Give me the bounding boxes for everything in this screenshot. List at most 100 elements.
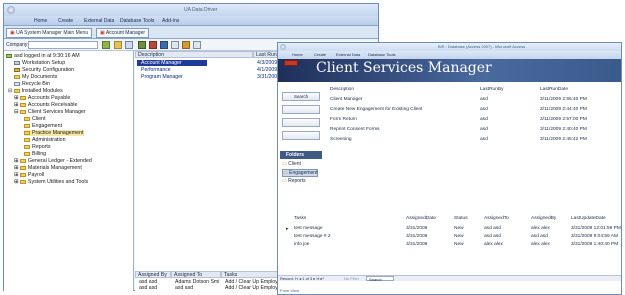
tool-icon-4[interactable] [171,41,179,49]
record-search-box[interactable]: Search [366,276,394,282]
tree-item-system-utilities[interactable]: ⊞ System Utilities and Tools [14,179,88,185]
task-cell[interactable]: 3/31/2009 [406,226,427,231]
bottom-header-assigned-by[interactable]: Assigned By [135,271,171,278]
tree-item-practice-management[interactable]: Practice Management [24,130,84,136]
refresh-icon[interactable] [102,41,110,49]
task-cell[interactable]: New [454,226,464,231]
task-cell[interactable]: asd asd [484,226,501,231]
record-navigator[interactable]: Record: H ◂ 1 of 3 ▸ H ▸* [280,276,324,281]
tool-icon-2[interactable] [149,41,157,49]
tree-item-label: Client Services Manager [27,109,86,115]
grid-row-description[interactable]: Performance [137,67,171,73]
tree-item-recycle-bin[interactable]: Recycle Bin [14,81,50,87]
tasks-header-assigned-to[interactable]: AssignedTo [484,216,509,221]
tree-item-administration[interactable]: Administration [24,137,66,143]
task-cell[interactable]: asd asd [531,234,548,239]
bottom-header-assigned-to[interactable]: Assigned To [171,271,221,278]
reports-header-last-run-by[interactable]: LastRunBy [480,87,503,92]
report-description[interactable]: Create New Engagement for Existing Clien… [330,107,423,112]
filter-indicator[interactable]: No Filter [344,276,359,281]
form-tab-icon[interactable] [284,60,298,66]
report-description[interactable]: Reprint Consent Forms [330,127,380,132]
task-cell[interactable]: asd asd [484,234,501,239]
task-cell[interactable]: alex alex [531,242,550,247]
reports-header-last-run-date[interactable]: LastRunDate [540,87,568,92]
tree-item-general-ledger[interactable]: ⊞ General Ledger - Extended [14,158,92,164]
report-last-run-by: asd [480,127,488,132]
ribbon-tab-home[interactable]: Home [34,18,47,24]
ribbon-tab-add-ins[interactable]: Add-Ins [162,18,179,24]
tasks-header-last-update[interactable]: LastUpdateDate [571,216,606,221]
tree-item-workstation-setup[interactable]: Workstation Setup [14,60,65,66]
grid-header-description[interactable]: Description [135,51,253,58]
tree-item-installed-modules[interactable]: ⊟ Installed Modules [8,88,63,94]
doc-tab-main-menu[interactable]: ▣ UA System Manager Main Menu [6,28,93,38]
task-cell[interactable]: 3/31/2009 1:40:40 PM [571,242,618,247]
folder-icon[interactable] [114,41,122,49]
tree-item-billing[interactable]: Billing [24,151,46,157]
task-cell[interactable]: 3/31/2009 [406,242,427,247]
record-selector-icon[interactable]: ▸ [286,226,289,232]
folder-item-engagement[interactable]: ▭ Engagement [282,169,319,177]
ribbon-tab-external-data[interactable]: External Data [336,52,360,57]
reports-header-description[interactable]: Description [330,87,354,92]
grid-row-description[interactable]: Account Manager [137,60,207,66]
task-cell[interactable]: 3/31/2009 12:01:59 PM [571,226,621,231]
search-button[interactable]: Search [282,92,320,101]
task-cell[interactable]: alex alex [531,226,550,231]
ribbon-tab-home[interactable]: Home [292,52,303,57]
ribbon-tab-database-tools[interactable]: Database Tools [368,52,396,57]
tasks-header-status[interactable]: Status [454,216,468,221]
tree-item-engagement[interactable]: Engagement [24,123,62,129]
side-button[interactable] [282,118,320,127]
tool-icon-1[interactable] [138,41,146,49]
tree-item-reports[interactable]: Reports [24,144,51,150]
company-select[interactable] [28,41,98,49]
folder-icon [19,179,26,184]
tree-item-label: Billing [32,151,47,157]
tree-item-client-services-manager[interactable]: ⊟ Client Services Manager [14,109,86,115]
task-cell[interactable]: New [454,242,464,247]
ribbon-tab-create[interactable]: Create [314,52,326,57]
task-cell[interactable]: 3/31/2009 9:04:59 AM [571,234,618,239]
window-icon[interactable] [125,41,133,49]
tool-icon-6[interactable] [193,41,201,49]
side-button[interactable] [282,105,320,114]
tree-item-client[interactable]: Client [24,116,46,122]
app-banner: Client Services Manager [278,59,621,82]
task-cell[interactable]: 3/31/2009 [406,234,427,239]
bottom-header-tasks[interactable]: Tasks [221,271,281,278]
tasks-header-tasks[interactable]: Tasks [294,216,306,221]
report-description[interactable]: Screening [330,137,352,142]
ribbon-tab-external-data[interactable]: External Data [84,18,114,24]
tool-icon-3[interactable] [160,41,168,49]
tree-item-payroll[interactable]: ⊞ Payroll [14,172,44,178]
tree-item-materials-management[interactable]: ⊞ Materials Management [14,165,82,171]
office-button-icon[interactable] [280,44,286,50]
ribbon-tab-database-tools[interactable]: Database Tools [120,18,154,24]
tree-item-accounts-payable[interactable]: ⊞ Accounts Payable [14,95,70,101]
report-description[interactable]: Client Manager [330,97,363,102]
tree-item-my-documents[interactable]: My Documents [14,74,57,80]
doc-tab-account-manager[interactable]: ▣ Account Manager [96,28,150,38]
folder-item-reports[interactable]: ▭ Reports [282,178,306,184]
tree-item-login[interactable]: asd logged in at 9:30:16 AM [6,53,80,59]
tree-item-accounts-receivable[interactable]: ⊞ Accounts Receivable [14,102,77,108]
tasks-header-assigned-date[interactable]: AssignedDate [406,216,436,221]
folder-item-client[interactable]: ▭ Client [282,161,301,167]
task-cell[interactable]: New [454,234,464,239]
ribbon-tab-create[interactable]: Create [58,18,73,24]
tree-item-security[interactable]: Security Configuration [14,67,74,73]
report-last-run-by: asd [480,97,488,102]
report-description[interactable]: Form Return [330,117,357,122]
office-button-icon[interactable] [7,6,15,14]
grid-row-description[interactable]: Program Manager [137,74,183,80]
task-cell[interactable]: test message [294,226,323,231]
tasks-header-assigned-by[interactable]: AssignedBy [531,216,556,221]
task-cell[interactable]: info joe [294,242,309,247]
side-button[interactable] [282,131,320,140]
task-cell[interactable]: alex alex [484,242,503,247]
tool-icon-5[interactable] [182,41,190,49]
task-cell[interactable]: test message # 2 [294,234,331,239]
report-last-run-date: 3/11/2009 2:57:00 PM [540,117,587,122]
